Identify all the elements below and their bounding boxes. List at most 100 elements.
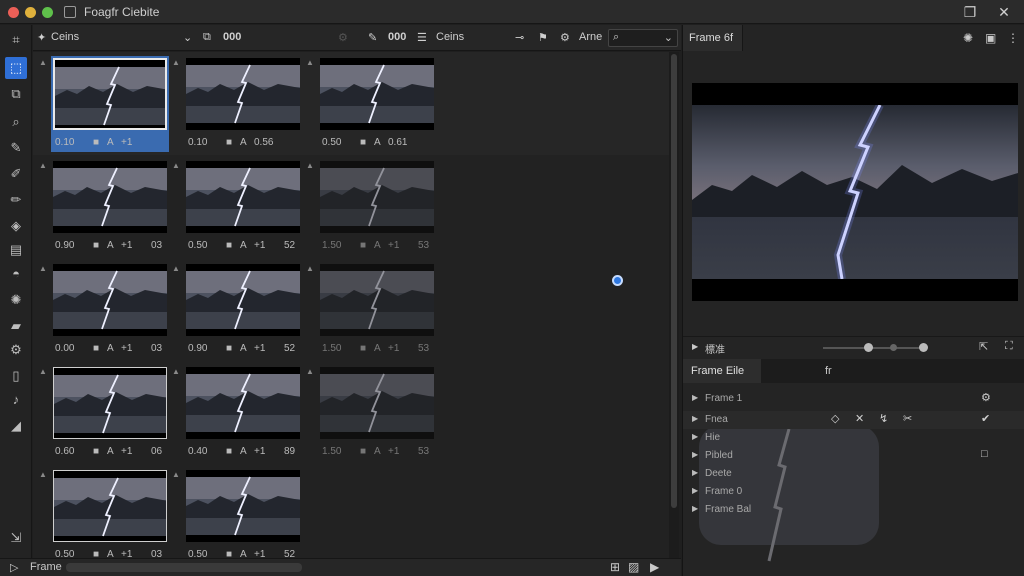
grid-view-icon[interactable]: ⊞ (610, 560, 620, 574)
frame-time: 1.50 (322, 343, 342, 354)
effect-icon[interactable]: ✺ (5, 289, 27, 311)
select-tool-icon[interactable]: ⬚ (5, 57, 27, 79)
frame-thumbnail[interactable]: 0.50 ■ A 0.61 (318, 56, 436, 152)
frame-thumbnail[interactable]: 0.10 ■ A +1 (51, 56, 169, 152)
property-tool-icon[interactable]: ◇ (831, 412, 839, 425)
frame-badge-icon: ■ (226, 343, 233, 354)
slider-label: 標准 (705, 345, 725, 356)
pencil-icon[interactable]: ✏ (5, 189, 27, 211)
search-input[interactable]: ⌕ ⌄ (608, 29, 678, 47)
flag-icon[interactable]: ⚑ (538, 31, 548, 44)
sequence-icon[interactable]: ⧉ (5, 83, 27, 105)
frame-thumbnail[interactable]: 0.50 ■ A +1 03 (51, 468, 169, 564)
expand-arrow-icon[interactable]: ▶ (692, 486, 698, 495)
frame-thumbnail[interactable]: 1.50 ■ A +1 53 (318, 365, 436, 461)
minus-icon[interactable]: ⊸ (515, 31, 524, 44)
inspector-panel: Frame 6f ✺ ▣ ⋮ ▶ 標准 ⇱ ⛶ Frame Eile fr ▶ … (682, 25, 1024, 576)
brush-icon[interactable]: ✎ (5, 137, 27, 159)
fit-icon[interactable]: ⇱ (979, 340, 988, 353)
expand-arrow-icon[interactable]: ▶ (692, 504, 698, 513)
section-tab[interactable]: Frame Eile (683, 359, 761, 383)
play-icon[interactable]: ▷ (10, 561, 18, 574)
box-icon[interactable]: □ (981, 448, 988, 460)
property-row[interactable]: ▶ Frame Bal (683, 501, 1024, 519)
expand-arrow-icon[interactable]: ▶ (692, 414, 698, 423)
frame-thumbnail[interactable]: 1.50 ■ A +1 53 (318, 159, 436, 255)
list-icon[interactable]: ☰ (417, 31, 427, 44)
property-row[interactable]: ▶ Fnea ◇ ✕ ↯ ✂ ✔ (683, 411, 1024, 429)
expand-arrow-icon[interactable]: ▶ (692, 393, 698, 402)
collection-label[interactable]: Ceins (51, 31, 79, 43)
transition-icon[interactable]: ◢ (5, 415, 27, 437)
image-icon[interactable]: ▨ (628, 560, 639, 574)
brush-icon[interactable]: ✎ (368, 31, 377, 44)
save-icon[interactable]: ▣ (985, 31, 996, 45)
close-window-button[interactable] (8, 7, 19, 18)
fullscreen-icon[interactable]: ⛶ (1005, 340, 1013, 353)
vertical-scrollbar[interactable] (669, 52, 679, 558)
property-row[interactable]: ▶ Frame 1 ⚙ (683, 390, 1024, 408)
pin-icon[interactable]: ✦ (37, 31, 46, 44)
gear-icon[interactable]: ⚙ (338, 31, 348, 44)
restore-icon[interactable]: ❐ (958, 3, 982, 21)
settings-icon[interactable]: ⚙ (5, 339, 27, 361)
frame-time: 0.10 (55, 137, 75, 148)
property-tool-icon[interactable]: ✂ (903, 412, 912, 425)
slider-knob[interactable] (919, 343, 928, 352)
filter-label[interactable]: Ceins (436, 31, 464, 43)
frame-thumbnail[interactable]: 0.00 ■ A +1 03 (51, 262, 169, 358)
expand-arrow-icon[interactable]: ▶ (692, 342, 698, 351)
property-row[interactable]: ▶ Frame 0 (683, 483, 1024, 501)
property-row[interactable]: ▶ Pibled □ (683, 447, 1024, 465)
settings-icon[interactable]: ⚙ (560, 31, 570, 44)
zoom-icon[interactable]: ⌕ (5, 111, 27, 133)
frame-thumbnail[interactable]: 0.90 ■ A +1 52 (184, 262, 302, 358)
audio-icon[interactable]: ♪ (5, 389, 27, 411)
expand-arrow-icon[interactable]: ▶ (692, 468, 698, 477)
property-tool-icon[interactable]: ↯ (879, 412, 888, 425)
bucket-icon[interactable]: ◓ (5, 263, 27, 285)
zoom-slider[interactable] (823, 347, 923, 349)
minimize-window-button[interactable] (25, 7, 36, 18)
frame-badge-icon: ■ (226, 240, 233, 251)
play-icon[interactable]: ▶ (650, 560, 659, 574)
thumbnail-image (53, 264, 167, 336)
chevron-down-icon[interactable]: ⌄ (183, 31, 192, 44)
property-row[interactable]: ▶ Deete (683, 465, 1024, 483)
stack-icon[interactable]: ⧉ (203, 31, 211, 44)
frame-thumbnail[interactable]: 0.10 ■ A 0.56 (184, 56, 302, 152)
expand-arrow-icon[interactable]: ▶ (692, 432, 698, 441)
stamp-icon[interactable]: ◈ (5, 215, 27, 237)
frame-thumbnail[interactable]: 0.50 ■ A +1 52 (184, 468, 302, 564)
zoom-window-button[interactable] (42, 7, 53, 18)
horizontal-scrollbar[interactable] (66, 563, 302, 572)
crop-icon[interactable]: ⌗ (5, 29, 27, 51)
close-icon[interactable]: ✕ (992, 3, 1016, 21)
chevron-down-icon[interactable]: ⌄ (664, 31, 673, 44)
frame-thumbnail[interactable]: 0.40 ■ A +1 89 (184, 365, 302, 461)
slider-knob[interactable] (864, 343, 873, 352)
expand-arrow-icon[interactable]: ▶ (692, 450, 698, 459)
folder-icon[interactable]: ▰ (5, 315, 27, 337)
inspector-tab[interactable]: Frame 6f (683, 25, 743, 51)
settings-icon[interactable]: ⚙ (981, 391, 991, 404)
frame-badge-icon: ■ (226, 137, 233, 148)
effects-icon[interactable]: ✺ (963, 31, 973, 45)
check-icon[interactable]: ✔ (981, 412, 990, 425)
frame-thumbnail[interactable]: 0.90 ■ A +1 03 (51, 159, 169, 255)
file-icon[interactable]: ▯ (5, 365, 27, 387)
cursor-icon (612, 275, 623, 286)
layers-icon[interactable]: ▤ (5, 239, 27, 261)
frame-thumbnail[interactable]: 1.50 ■ A +1 53 (318, 262, 436, 358)
frame-thumbnail[interactable]: 0.50 ■ A +1 52 (184, 159, 302, 255)
frame-thumbnail[interactable]: 0.60 ■ A +1 06 (51, 365, 169, 461)
frame-marker-icon: ▲ (39, 367, 47, 376)
frame-badge-icon: ■ (93, 240, 100, 251)
pen-icon[interactable]: ✐ (5, 163, 27, 185)
property-row[interactable]: ▶ Hie (683, 429, 1024, 447)
scrollbar-thumb[interactable] (671, 54, 677, 508)
sort-label[interactable]: Arne (579, 31, 602, 43)
property-tool-icon[interactable]: ✕ (855, 412, 864, 425)
export-icon[interactable]: ⇲ (5, 527, 27, 549)
more-icon[interactable]: ⋮ (1007, 31, 1019, 45)
